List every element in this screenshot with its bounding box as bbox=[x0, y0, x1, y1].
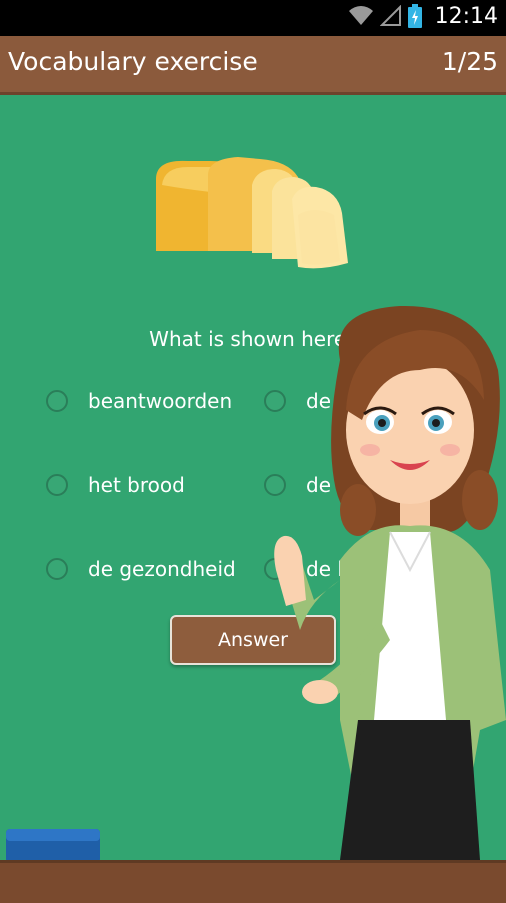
option-het-brood[interactable]: het brood bbox=[46, 468, 185, 502]
radio-button[interactable] bbox=[46, 390, 68, 412]
option-beantwoorden[interactable]: beantwoorden bbox=[46, 384, 232, 418]
radio-button[interactable] bbox=[46, 474, 68, 496]
battery-icon bbox=[408, 4, 422, 32]
bread-image bbox=[148, 155, 358, 279]
option-de-gezondheid[interactable]: de gezondheid bbox=[46, 552, 236, 586]
option-label: de gezondheid bbox=[88, 557, 236, 581]
chalk-ledge bbox=[0, 860, 506, 903]
chalkboard: What is shown here? beantwoorden de temp… bbox=[0, 95, 506, 863]
teacher-illustration bbox=[270, 300, 506, 864]
question-counter: 1/25 bbox=[441, 47, 498, 76]
status-clock: 12:14 bbox=[434, 4, 498, 29]
signal-icon bbox=[379, 4, 402, 31]
app-header: Vocabulary exercise 1/25 bbox=[0, 36, 506, 95]
option-label: beantwoorden bbox=[88, 389, 233, 413]
page-title: Vocabulary exercise bbox=[8, 47, 258, 76]
radio-button[interactable] bbox=[46, 558, 68, 580]
wifi-icon bbox=[348, 5, 374, 31]
option-label: het brood bbox=[88, 473, 185, 497]
status-bar: 12:14 bbox=[0, 0, 506, 36]
